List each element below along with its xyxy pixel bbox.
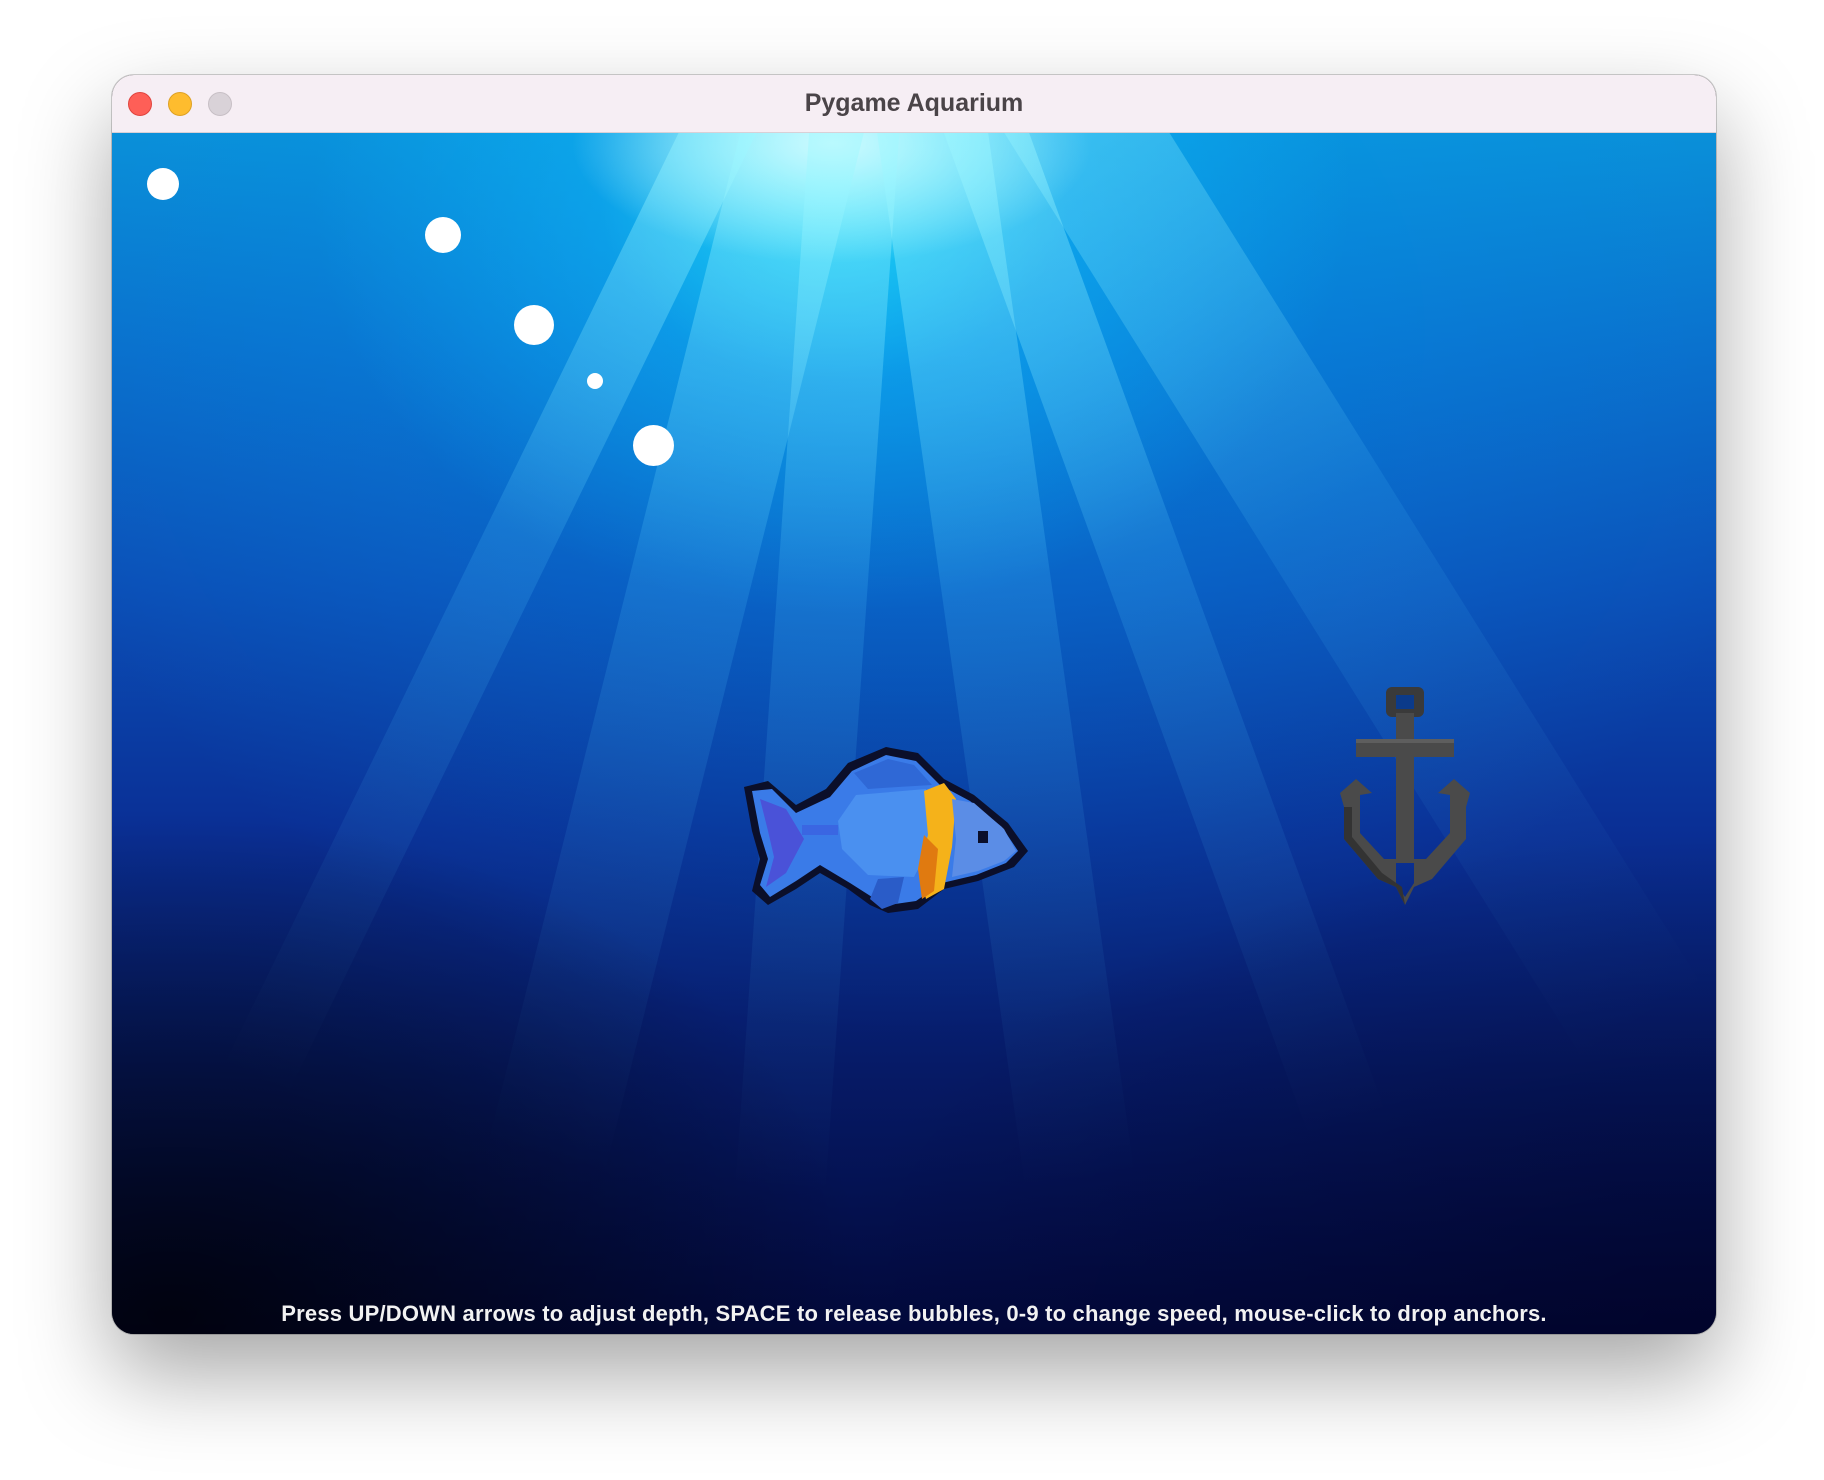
- instructions-text: Press UP/DOWN arrows to adjust depth, SP…: [281, 1301, 1547, 1326]
- bubble: [633, 425, 674, 466]
- game-canvas[interactable]: Press UP/DOWN arrows to adjust depth, SP…: [112, 133, 1716, 1334]
- bubble: [147, 168, 179, 200]
- app-window: Pygame Aquarium Press UP/DOWN arrows to …: [112, 75, 1716, 1334]
- bubble: [514, 305, 554, 345]
- bubble: [425, 217, 461, 253]
- window-title: Pygame Aquarium: [804, 89, 1024, 117]
- fish-icon: [744, 747, 1028, 913]
- bubble: [587, 373, 603, 389]
- title-bar[interactable]: Pygame Aquarium: [112, 75, 1716, 133]
- anchor-icon: [1340, 687, 1470, 905]
